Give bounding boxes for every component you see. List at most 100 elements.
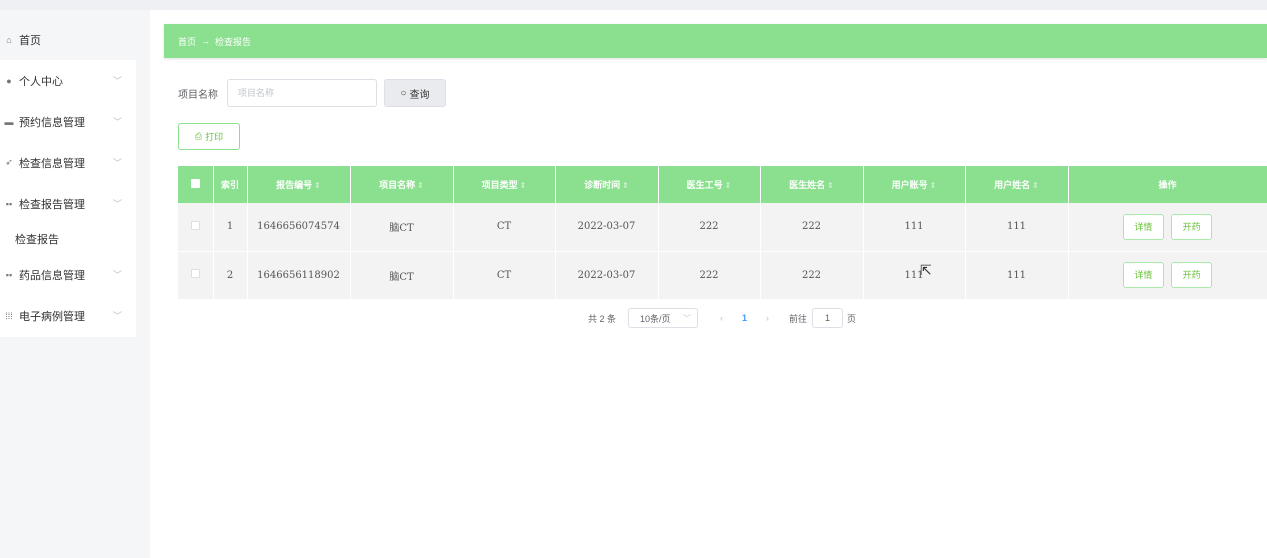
table-row[interactable]: 1 1646656074574 脑CT CT 2022-03-07 222 22…: [178, 203, 1267, 252]
chevron-down-icon: ﹀: [113, 270, 123, 280]
search-label: 项目名称: [178, 89, 218, 101]
checkbox-icon: [190, 269, 200, 278]
sort-icon[interactable]: ⇕: [725, 181, 732, 190]
query-button[interactable]: ○ 查询: [384, 79, 446, 107]
goto-page-input[interactable]: [812, 308, 844, 328]
sidebar-item-label: 个人中心: [19, 75, 63, 88]
cell-index: 1: [213, 203, 248, 252]
row-checkbox[interactable]: [178, 251, 214, 300]
grid-icon: ▪▪: [5, 198, 13, 209]
column-header[interactable]: 项目名称 ⇕: [350, 166, 454, 203]
top-strip: [0, 0, 1267, 10]
column-header[interactable]: 用户姓名 ⇕: [965, 166, 1069, 203]
cell-user-account: 111: [863, 251, 966, 300]
cell-item-type: CT: [453, 251, 556, 300]
sidebar-item-drug-management[interactable]: ▪▪ 药品信息管理 ﹀: [0, 254, 136, 295]
sidebar-item-label: 首页: [19, 34, 41, 47]
sidebar-item-personal-center[interactable]: ● 个人中心 ﹀: [0, 60, 136, 101]
chevron-down-icon: ﹀: [113, 76, 123, 86]
apps-icon: ⁞⁞⁞: [5, 310, 13, 321]
print-button[interactable]: ⎙ 打印: [178, 123, 240, 150]
cell-item-name: 脑CT: [350, 251, 454, 300]
sort-icon[interactable]: ⇕: [827, 181, 834, 190]
breadcrumb-current: 检查报告: [215, 36, 252, 47]
checkbox-icon: [190, 179, 200, 188]
cell-actions: 详情 开药: [1068, 251, 1267, 300]
column-header: 操作: [1068, 166, 1267, 203]
cell-index: 2: [213, 251, 248, 300]
chevron-down-icon: ﹀: [113, 158, 123, 168]
column-header: 索引: [213, 166, 248, 203]
column-header[interactable]: 项目类型 ⇕: [453, 166, 556, 203]
cell-actions: 详情 开药: [1068, 203, 1267, 252]
send-icon: ➶: [5, 157, 13, 167]
sidebar-item-medical-record-management[interactable]: ⁞⁞⁞ 电子病例管理 ﹀: [0, 295, 136, 336]
cell-user-name: 111: [965, 251, 1069, 300]
pagination: 共 2 条 10条/页 ﹀ ‹ 1 › 前往 页: [588, 308, 856, 328]
sort-icon[interactable]: ⇕: [930, 181, 937, 190]
sidebar: ⌂ 首页 ● 个人中心 ﹀ ▬ 预约信息管理 ﹀ ➶ 检查信息管理 ﹀ ▪▪ 检…: [0, 19, 136, 337]
page-size-select[interactable]: 10条/页 ﹀: [628, 308, 699, 328]
page-number-current[interactable]: 1: [742, 313, 747, 323]
next-page-button[interactable]: ›: [766, 313, 769, 323]
cell-item-type: CT: [453, 203, 556, 252]
sidebar-subitem-exam-report[interactable]: 检查报告: [0, 224, 136, 254]
sidebar-item-label: 检查信息管理: [19, 157, 85, 170]
chevron-down-icon: ﹀: [113, 199, 123, 209]
sort-icon[interactable]: ⇕: [1032, 181, 1039, 190]
sort-icon[interactable]: ⇕: [417, 181, 424, 190]
cell-doctor-name: 222: [760, 251, 864, 300]
sort-icon[interactable]: ⇕: [520, 181, 527, 190]
cell-item-name: 脑CT: [350, 203, 454, 252]
column-header[interactable]: 报告编号 ⇕: [247, 166, 351, 203]
cell-time: 2022-03-07: [555, 251, 659, 300]
detail-button[interactable]: 详情: [1122, 262, 1164, 288]
print-button-label: 打印: [205, 132, 224, 142]
cell-time: 2022-03-07: [555, 203, 659, 252]
prev-page-button[interactable]: ‹: [720, 313, 723, 323]
cell-user-name: 111: [965, 203, 1069, 252]
user-icon: ●: [6, 75, 12, 86]
cell-report-no: 1646656074574: [247, 203, 351, 252]
query-button-label: 查询: [409, 89, 430, 101]
sidebar-item-label: 电子病例管理: [19, 310, 85, 323]
sidebar-item-appointment-management[interactable]: ▬ 预约信息管理 ﹀: [0, 101, 136, 142]
sort-icon[interactable]: ⇕: [314, 181, 321, 190]
breadcrumb-home[interactable]: 首页: [178, 35, 196, 48]
column-header[interactable]: 医生姓名 ⇕: [760, 166, 864, 203]
row-checkbox[interactable]: [178, 203, 214, 252]
sort-icon[interactable]: ⇕: [622, 181, 629, 190]
detail-button[interactable]: 详情: [1122, 213, 1164, 240]
table-header-row: 索引 报告编号 ⇕ 项目名称 ⇕ 项目类型 ⇕ 诊断时间 ⇕ 医生工号 ⇕ 医生姓名 ⇕ 用…: [178, 166, 1267, 203]
search-input[interactable]: [227, 79, 377, 107]
select-all-checkbox[interactable]: [178, 166, 214, 203]
printer-icon: ⎙: [194, 131, 203, 141]
breadcrumb: 首页 → 检查报告: [164, 24, 1267, 58]
column-header[interactable]: 诊断时间 ⇕: [555, 166, 659, 203]
sidebar-item-home[interactable]: ⌂ 首页: [0, 19, 136, 60]
prescribe-button[interactable]: 开药: [1171, 262, 1213, 288]
prescribe-button[interactable]: 开药: [1171, 213, 1213, 240]
pagination-total: 共 2 条: [588, 313, 617, 324]
chevron-down-icon: ﹀: [113, 311, 123, 321]
cell-doctor-id: 222: [658, 251, 761, 300]
cell-doctor-name: 222: [760, 203, 864, 252]
mouse-cursor-icon: ⇱: [920, 262, 932, 278]
arrow-right-icon: →: [201, 36, 211, 46]
chevron-down-icon: ﹀: [113, 117, 123, 127]
grid-icon: ▪▪: [5, 269, 13, 280]
sidebar-item-label: 检查报告管理: [19, 198, 85, 211]
sidebar-item-exam-management[interactable]: ➶ 检查信息管理 ﹀: [0, 142, 136, 183]
home-icon: ⌂: [6, 34, 12, 45]
column-header[interactable]: 医生工号 ⇕: [658, 166, 761, 203]
checkbox-icon: [190, 220, 200, 230]
column-header[interactable]: 用户账号 ⇕: [863, 166, 966, 203]
page-size-value: 10条/页: [640, 313, 671, 324]
table-row[interactable]: 2 1646656118902 脑CT CT 2022-03-07 222 22…: [178, 251, 1267, 300]
chevron-down-icon: ﹀: [683, 313, 692, 323]
main-content: 首页 → 检查报告 项目名称 ○ 查询 ⎙ 打印 索引 报告编号⇕ 项目名称⇕ …: [150, 10, 1267, 558]
cell-doctor-id: 222: [658, 203, 761, 252]
goto-label: 前往: [789, 313, 808, 324]
sidebar-item-report-management[interactable]: ▪▪ 检查报告管理 ﹀: [0, 183, 136, 224]
search-form: 项目名称 ○ 查询: [178, 79, 446, 107]
